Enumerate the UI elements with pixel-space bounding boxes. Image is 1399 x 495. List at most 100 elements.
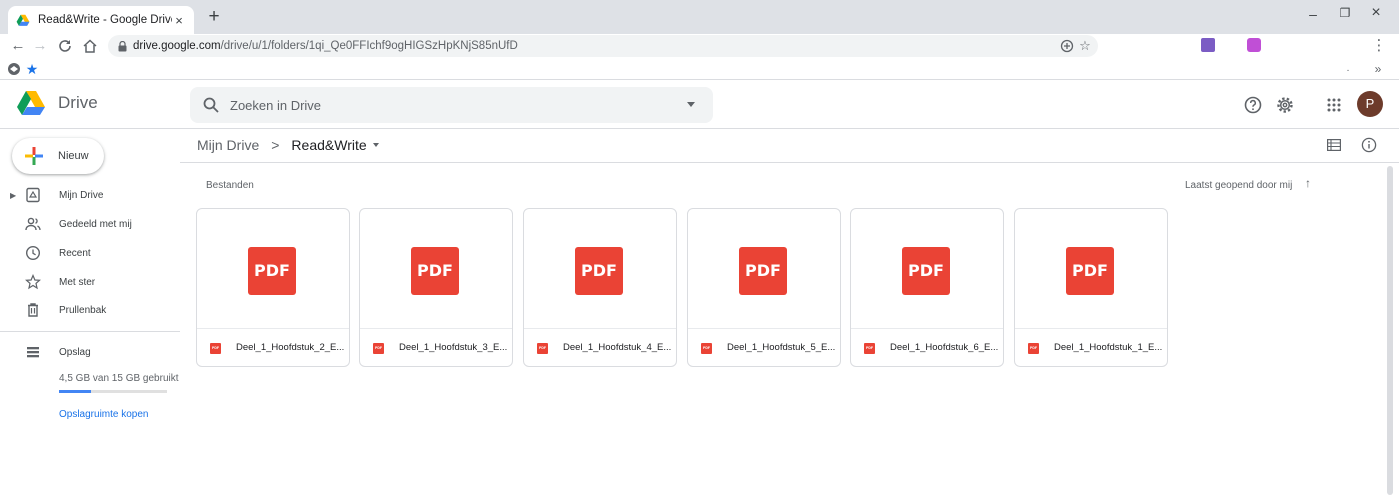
home-icon[interactable] bbox=[82, 38, 98, 54]
sidebar-item-label: Mijn Drive bbox=[59, 189, 104, 201]
plus-icon bbox=[25, 147, 43, 165]
file-name: Deel_1_Hoofdstuk_1_E... bbox=[1054, 342, 1163, 353]
pdf-thumbnail-icon: PDF bbox=[411, 247, 459, 295]
file-name: Deel_1_Hoofdstuk_6_E... bbox=[890, 342, 999, 353]
window-close-button[interactable]: × bbox=[1365, 4, 1387, 22]
help-icon[interactable] bbox=[1242, 94, 1264, 116]
new-tab-button[interactable]: + bbox=[202, 6, 226, 30]
sort-label[interactable]: Laatst geopend door mij bbox=[1185, 180, 1292, 191]
trash-icon bbox=[28, 303, 38, 317]
file-card[interactable]: PDF PDF Deel_1_Hoofdstuk_3_E... bbox=[359, 208, 513, 367]
bookmarks-more-icon[interactable]: » bbox=[1370, 61, 1386, 77]
storage-usage-bar bbox=[59, 390, 167, 393]
search-options-chevron-icon[interactable] bbox=[687, 102, 695, 107]
pdf-file-icon: PDF bbox=[864, 343, 875, 354]
sidebar-item-label: Met ster bbox=[59, 276, 96, 288]
sidebar-item-label: Prullenbak bbox=[59, 304, 107, 316]
install-app-icon[interactable] bbox=[1058, 37, 1076, 55]
folder-menu-chevron-icon[interactable] bbox=[372, 143, 379, 147]
search-input[interactable] bbox=[230, 93, 670, 117]
bookmark-dot-icon: . bbox=[1346, 63, 1350, 74]
sidebar-item-label: Gedeeld met mij bbox=[59, 218, 132, 230]
breadcrumb-root[interactable]: Mijn Drive bbox=[197, 137, 259, 153]
drive-brand[interactable]: Drive bbox=[58, 93, 98, 113]
lock-icon bbox=[118, 40, 127, 51]
expand-caret-icon[interactable]: ▶ bbox=[10, 191, 16, 200]
storage-usage-fill bbox=[59, 390, 92, 393]
file-card[interactable]: PDF PDF Deel_1_Hoofdstuk_2_E... bbox=[196, 208, 350, 367]
sidebar-item-label: Opslag bbox=[59, 346, 91, 358]
star-bookmark-icon[interactable]: ★ bbox=[24, 61, 40, 77]
browser-tab[interactable]: Read&Write - Google Drive × bbox=[8, 6, 194, 34]
clock-icon bbox=[25, 245, 41, 261]
card-divider bbox=[851, 328, 1003, 329]
file-card[interactable]: PDF PDF Deel_1_Hoofdstuk_1_E... bbox=[1014, 208, 1168, 367]
sidebar-item-trash[interactable]: Prullenbak bbox=[0, 296, 180, 324]
pdf-thumbnail-icon: PDF bbox=[902, 247, 950, 295]
forward-icon[interactable]: → bbox=[30, 36, 50, 56]
settings-gear-icon[interactable] bbox=[1274, 94, 1296, 116]
search-icon[interactable] bbox=[202, 96, 220, 114]
reload-icon[interactable] bbox=[57, 38, 73, 54]
sidebar-item-recent[interactable]: Recent bbox=[0, 239, 180, 267]
card-divider bbox=[360, 328, 512, 329]
list-view-icon[interactable] bbox=[1327, 139, 1341, 151]
sidebar-item-starred[interactable]: Met ster bbox=[0, 268, 180, 296]
pdf-extension-icon[interactable] bbox=[1201, 38, 1215, 52]
storage-icon bbox=[27, 347, 39, 358]
file-name: Deel_1_Hoofdstuk_4_E... bbox=[563, 342, 672, 353]
bookmarks-bar: ★ . » bbox=[0, 58, 1399, 80]
file-card[interactable]: PDF PDF Deel_1_Hoofdstuk_6_E... bbox=[850, 208, 1004, 367]
url-path: /drive/u/1/folders/1qi_Qe0FFIchf9ogHIGSz… bbox=[220, 40, 518, 52]
card-divider bbox=[688, 328, 840, 329]
my-drive-icon bbox=[26, 187, 40, 203]
breadcrumb: Mijn Drive > Read&Write bbox=[197, 137, 379, 153]
tab-close-icon[interactable]: × bbox=[172, 13, 186, 28]
pdf-file-icon: PDF bbox=[537, 343, 548, 354]
scrollbar[interactable] bbox=[1387, 166, 1393, 495]
sidebar-item-my-drive[interactable]: ▶ Mijn Drive bbox=[0, 181, 180, 209]
file-name: Deel_1_Hoofdstuk_3_E... bbox=[399, 342, 508, 353]
globe-bookmark-icon[interactable] bbox=[6, 61, 22, 77]
pdf-thumbnail-icon: PDF bbox=[739, 247, 787, 295]
minimize-button[interactable]: – bbox=[1302, 6, 1324, 22]
sort-direction-icon[interactable]: ↑ bbox=[1305, 176, 1311, 190]
google-drive-logo-icon[interactable] bbox=[16, 90, 46, 116]
url-host: drive.google.com bbox=[133, 40, 221, 52]
pdf-file-icon: PDF bbox=[373, 343, 384, 354]
bookmark-star-icon[interactable]: ☆ bbox=[1076, 37, 1094, 55]
file-name: Deel_1_Hoofdstuk_2_E... bbox=[236, 342, 345, 353]
file-card[interactable]: PDF PDF Deel_1_Hoofdstuk_5_E... bbox=[687, 208, 841, 367]
info-icon[interactable] bbox=[1361, 137, 1377, 153]
sidebar-item-shared[interactable]: Gedeeld met mij bbox=[0, 210, 180, 238]
storage-usage-text: 4,5 GB van 15 GB gebruikt bbox=[59, 373, 179, 384]
address-bar[interactable]: drive.google.com/drive/u/1/folders/1qi_Q… bbox=[108, 35, 1098, 57]
sidebar-divider bbox=[0, 331, 180, 332]
search-box[interactable] bbox=[190, 87, 713, 123]
back-icon[interactable]: ← bbox=[8, 36, 28, 56]
breadcrumb-current-folder[interactable]: Read&Write bbox=[291, 137, 366, 153]
pdf-thumbnail-icon: PDF bbox=[1066, 247, 1114, 295]
pdf-file-icon: PDF bbox=[1028, 343, 1039, 354]
buy-storage-link[interactable]: Opslagruimte kopen bbox=[59, 409, 149, 420]
drive-header: Drive P bbox=[0, 81, 1399, 129]
google-drive-favicon-icon bbox=[16, 14, 30, 26]
account-avatar[interactable]: P bbox=[1357, 91, 1383, 117]
sidebar-item-storage[interactable]: Opslag bbox=[0, 338, 180, 366]
browser-menu-icon[interactable]: ⋮ bbox=[1370, 37, 1388, 55]
star-icon bbox=[25, 274, 41, 290]
card-divider bbox=[197, 328, 349, 329]
apps-grid-icon[interactable] bbox=[1323, 94, 1345, 116]
card-divider bbox=[524, 328, 676, 329]
files-section-title: Bestanden bbox=[206, 180, 254, 191]
new-button[interactable]: Nieuw bbox=[12, 138, 104, 174]
shared-people-icon bbox=[25, 217, 41, 231]
restore-button[interactable]: ❐ bbox=[1334, 6, 1356, 20]
browser-toolbar: ← → drive.google.com/drive/u/1/folders/1… bbox=[0, 34, 1399, 58]
browser-tab-bar: Read&Write - Google Drive × + – ❐ × bbox=[0, 0, 1399, 34]
file-name: Deel_1_Hoofdstuk_5_E... bbox=[727, 342, 836, 353]
new-button-label: Nieuw bbox=[58, 150, 89, 162]
puzzle-extension-icon[interactable] bbox=[1247, 38, 1261, 52]
file-card[interactable]: PDF PDF Deel_1_Hoofdstuk_4_E... bbox=[523, 208, 677, 367]
card-divider bbox=[1015, 328, 1167, 329]
